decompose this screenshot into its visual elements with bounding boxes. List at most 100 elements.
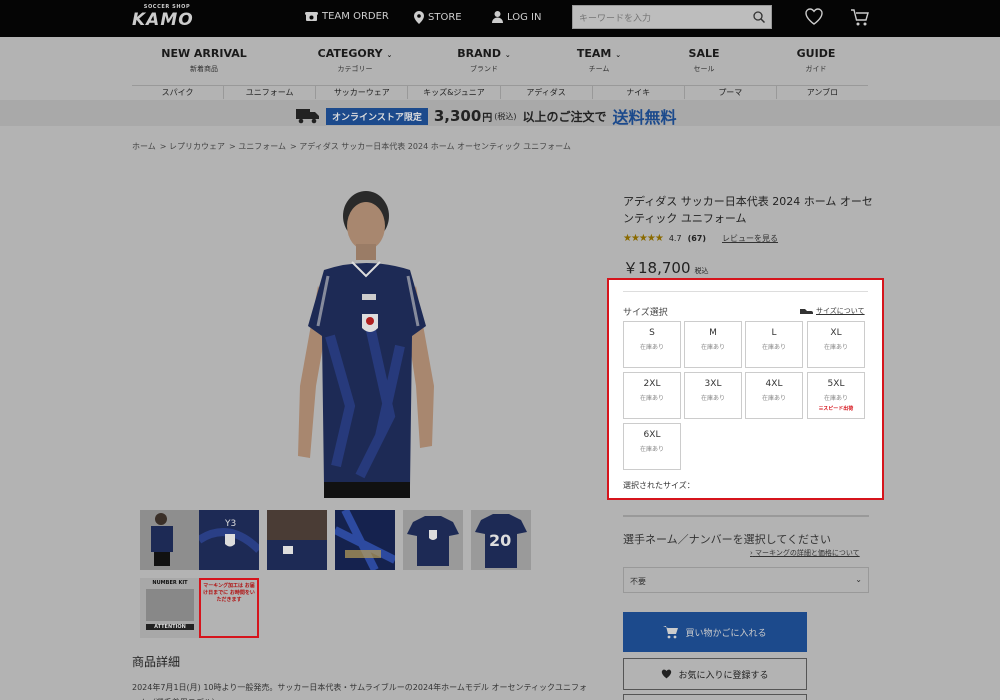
banner-tax: (税込) — [494, 111, 517, 121]
nav-sublabel: 新着商品 — [190, 65, 218, 73]
search-icon[interactable] — [753, 11, 765, 23]
size-option-4xl[interactable]: 4XL 在庫あり — [745, 372, 803, 419]
login-label: LOG IN — [507, 11, 542, 23]
breadcrumb-item[interactable]: > レプリカウェア — [160, 141, 225, 152]
stock-status: 在庫あり — [639, 446, 664, 453]
price-value: ￥18,700 — [623, 259, 691, 277]
subnav-item[interactable]: アディダス — [499, 86, 592, 99]
cart-icon[interactable] — [850, 8, 869, 27]
size-option-2xl[interactable]: 2XL 在庫あり — [623, 372, 681, 419]
heart-icon — [662, 669, 672, 679]
nav-label: CATEGORY ⌄ — [317, 47, 393, 60]
heart-icon[interactable] — [805, 8, 823, 25]
size-label: 6XL — [643, 430, 661, 440]
add-to-favorites-label: お気に入りに登録する — [678, 670, 769, 681]
size-option-s[interactable]: S 在庫あり — [623, 321, 681, 368]
shipping-banner[interactable]: オンラインストア限定 3,300 円 (税込) 以上のご注文で 送料無料 — [0, 100, 1000, 127]
subnav-item[interactable]: プーマ — [683, 86, 776, 99]
site-logo[interactable]: SOCCER SHOP KAMO — [132, 4, 202, 30]
nav-category[interactable]: CATEGORY ⌄ カテゴリー — [295, 47, 415, 74]
size-label: 4XL — [765, 379, 783, 389]
size-label: 3XL — [704, 379, 722, 389]
size-guide-link[interactable]: サイズについて — [799, 306, 865, 316]
subnav-item[interactable]: サッカーウェア — [315, 86, 407, 99]
review-link[interactable]: レビューを見る — [722, 233, 778, 244]
svg-text:Y3: Y3 — [224, 519, 236, 529]
product-main-image[interactable] — [240, 186, 500, 498]
chevron-right-icon: › — [750, 549, 753, 557]
search-box — [572, 5, 772, 30]
stock-status: 在庫あり — [700, 395, 725, 402]
star-rating-icon: ★★★★★ — [623, 233, 664, 244]
stock-status: 在庫あり — [761, 344, 786, 351]
banner-tag: オンラインストア限定 — [326, 107, 428, 125]
subnav-item[interactable]: スパイク — [132, 86, 223, 99]
rating: ★★★★★ 4.7 (67) レビューを見る — [623, 233, 778, 244]
marking-select[interactable]: 不要 ⌄ — [623, 567, 869, 593]
review-count: (67) — [687, 234, 707, 243]
nav-sale[interactable]: SALE セール — [644, 47, 764, 74]
product-details-heading: 商品詳細 — [132, 655, 181, 669]
size-option-5xl[interactable]: 5XL 在庫あり ☰スピード出荷 — [807, 372, 865, 419]
size-option-3xl[interactable]: 3XL 在庫あり — [684, 372, 742, 419]
add-to-favorites-button[interactable]: お気に入りに登録する — [623, 658, 807, 690]
divider — [623, 515, 869, 517]
thumbnail-image[interactable]: マーキング加工は お届け日までに お時間をいただきます — [199, 578, 259, 638]
search-input[interactable] — [573, 8, 743, 30]
add-to-cart-button[interactable]: 買い物かごに入れる — [623, 612, 807, 652]
marking-detail-link[interactable]: › マーキングの詳細と価格について — [750, 548, 860, 558]
nav-label: GUIDE — [796, 47, 836, 60]
truck-icon — [296, 109, 319, 124]
thumbnail-image[interactable] — [140, 510, 200, 570]
product-price: ￥18,700 税込 — [623, 257, 709, 278]
breadcrumb-item[interactable]: ホーム — [132, 141, 156, 152]
nav-team[interactable]: TEAM ⌄ チーム — [539, 47, 659, 74]
size-option-6xl[interactable]: 6XL 在庫あり — [623, 423, 681, 470]
marking-notice: マーキング加工は お届け日までに お時間をいただきます — [203, 583, 255, 603]
stock-status: 在庫あり — [823, 395, 848, 402]
breadcrumb-item[interactable]: > ユニフォーム — [229, 141, 286, 152]
thumbnail-image[interactable] — [267, 510, 327, 570]
svg-text:20: 20 — [489, 531, 511, 550]
secondary-button[interactable] — [623, 694, 807, 700]
size-label: M — [709, 328, 717, 338]
team-order-link[interactable]: TEAM ORDER — [305, 11, 389, 22]
selected-size-label: 選択されたサイズ： — [623, 481, 695, 490]
nav-label: NEW ARRIVAL — [161, 47, 247, 60]
login-link[interactable]: LOG IN — [492, 11, 541, 23]
subnav-item[interactable]: ユニフォーム — [223, 86, 315, 99]
cart-icon — [663, 626, 679, 639]
breadcrumb-item: > アディダス サッカー日本代表 2024 ホーム オーセンティック ユニフォー… — [290, 142, 571, 151]
thumbnail-image[interactable]: Y3 — [196, 510, 262, 570]
thumbnail-image[interactable] — [333, 508, 397, 572]
chevron-down-icon: ⌄ — [386, 51, 393, 59]
subnav-item[interactable]: ナイキ — [591, 86, 684, 99]
size-option-xl[interactable]: XL 在庫あり — [807, 321, 865, 368]
main-nav: NEW ARRIVAL 新着商品 CATEGORY ⌄ カテゴリー BRAND … — [0, 37, 1000, 85]
thumbnail-image[interactable]: 20 — [471, 510, 531, 570]
speed-shipping-badge: ☰スピード出荷 — [818, 406, 854, 412]
number-kit-label: NUMBER KIT — [152, 580, 188, 586]
thumbnail-image[interactable] — [403, 510, 463, 570]
size-selection-panel: サイズ選択 サイズについて S 在庫あり M 在庫あり L 在庫あり XL 在庫… — [607, 278, 884, 500]
user-icon — [492, 11, 503, 23]
size-label: L — [771, 328, 777, 338]
stock-status: 在庫あり — [823, 344, 848, 351]
thumbnail-image[interactable]: NUMBER KIT ATTENTION — [140, 578, 200, 638]
size-option-m[interactable]: M 在庫あり — [684, 321, 742, 368]
marking-select-value: 不要 — [630, 577, 646, 586]
size-label: XL — [830, 328, 842, 338]
banner-price: 3,300 — [433, 107, 482, 125]
nav-sublabel: セール — [693, 65, 715, 73]
subnav-item[interactable]: アンブロ — [775, 86, 868, 99]
nav-brand[interactable]: BRAND ⌄ ブランド — [424, 47, 544, 74]
subnav-item[interactable]: キッズ&ジュニア — [407, 86, 499, 99]
chevron-down-icon: ⌄ — [615, 51, 622, 59]
size-option-l[interactable]: L 在庫あり — [745, 321, 803, 368]
store-link[interactable]: STORE — [414, 11, 462, 24]
nav-sublabel: チーム — [588, 65, 610, 73]
nav-new-arrival[interactable]: NEW ARRIVAL 新着商品 — [144, 47, 264, 74]
size-label: 5XL — [827, 379, 845, 389]
stock-status: 在庫あり — [639, 344, 664, 351]
nav-guide[interactable]: GUIDE ガイド — [756, 47, 876, 74]
